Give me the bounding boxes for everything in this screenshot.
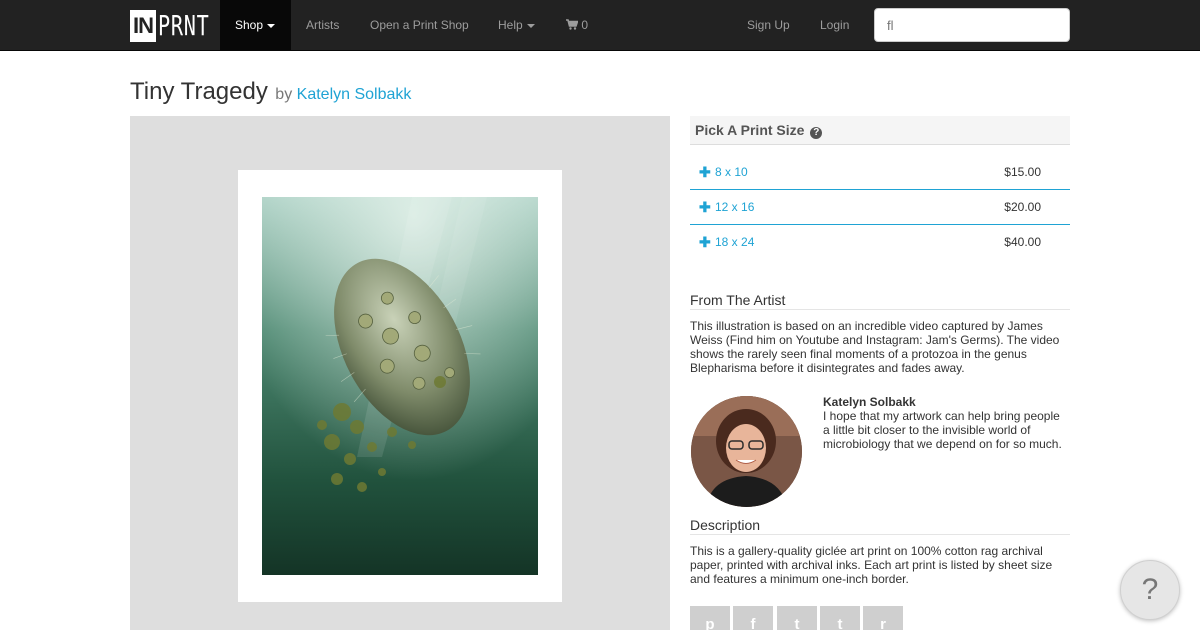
title-row: Tiny Tragedy by Katelyn Solbakk [130, 78, 411, 106]
twitter-icon: t [794, 616, 800, 630]
cart-count: 0 [581, 18, 589, 32]
artwork-panel [130, 116, 670, 630]
nav-sign-up[interactable]: Sign Up [747, 0, 790, 50]
from-artist-text: This illustration is based on an incredi… [690, 319, 1060, 375]
share-facebook-button[interactable]: f [733, 606, 773, 630]
question-circle-icon[interactable]: ? [810, 127, 823, 139]
logo-in: IN [130, 10, 156, 42]
logo-prnt: PRNT [158, 9, 210, 42]
help-chat-button[interactable]: ? [1120, 560, 1180, 620]
nav-login[interactable]: Login [820, 0, 849, 50]
share-pinterest-button[interactable]: p [690, 606, 730, 630]
size-price: $20.00 [1004, 200, 1041, 214]
nav-help-dropdown[interactable]: Help [498, 0, 535, 50]
search-input[interactable] [874, 8, 1070, 42]
inprnt-logo[interactable]: IN PRNT [130, 10, 229, 42]
share-tumblr-button[interactable]: t [820, 606, 860, 630]
tumblr-icon: t [837, 616, 843, 630]
size-option-12x16[interactable]: ✚ 12 x 16 $20.00 [690, 190, 1070, 225]
chevron-down-icon [526, 23, 535, 28]
size-price: $40.00 [1004, 235, 1041, 249]
facebook-icon: f [750, 616, 756, 630]
size-price: $15.00 [1004, 165, 1041, 179]
description-text: This is a gallery-quality giclée art pri… [690, 544, 1053, 586]
top-navbar: IN PRNT Shop Artists Open a Print Shop H… [0, 0, 1200, 51]
size-label: 18 x 24 [715, 235, 755, 249]
from-artist-heading: From The Artist [690, 292, 1070, 310]
print-paper [238, 170, 562, 602]
page-title: Tiny Tragedy [130, 78, 268, 105]
pinterest-icon: p [705, 616, 715, 630]
share-twitter-button[interactable]: t [777, 606, 817, 630]
nav-artists[interactable]: Artists [306, 0, 339, 50]
nav-help-label: Help [498, 18, 523, 32]
artist-link[interactable]: Katelyn Solbakk [297, 86, 412, 103]
chevron-down-icon [267, 23, 276, 28]
description-heading: Description [690, 517, 1070, 535]
plus-icon: ✚ [699, 164, 711, 180]
pick-size-title: Pick A Print Size [695, 122, 805, 138]
nav-shop-dropdown[interactable]: Shop [220, 0, 291, 50]
reddit-icon: r [880, 616, 886, 630]
by-label: by [275, 86, 293, 103]
size-label: 8 x 10 [715, 165, 748, 179]
nav-open-print-shop[interactable]: Open a Print Shop [370, 0, 469, 50]
size-label: 12 x 16 [715, 200, 755, 214]
artist-name: Katelyn Solbakk [823, 395, 916, 409]
plus-icon: ✚ [699, 199, 711, 215]
artwork-image[interactable] [262, 197, 538, 575]
avatar[interactable] [691, 396, 802, 507]
share-reddit-button[interactable]: r [863, 606, 903, 630]
size-option-18x24[interactable]: ✚ 18 x 24 $40.00 [690, 225, 1070, 260]
plus-icon: ✚ [699, 234, 711, 250]
pick-size-header: Pick A Print Size ? [690, 116, 1070, 145]
artist-quote: I hope that my artwork can help bring pe… [823, 409, 1062, 451]
nav-shop-label: Shop [235, 18, 264, 32]
cart-icon [566, 19, 579, 30]
nav-cart[interactable]: 0 [566, 0, 588, 50]
size-option-8x10[interactable]: ✚ 8 x 10 $15.00 [690, 155, 1070, 190]
